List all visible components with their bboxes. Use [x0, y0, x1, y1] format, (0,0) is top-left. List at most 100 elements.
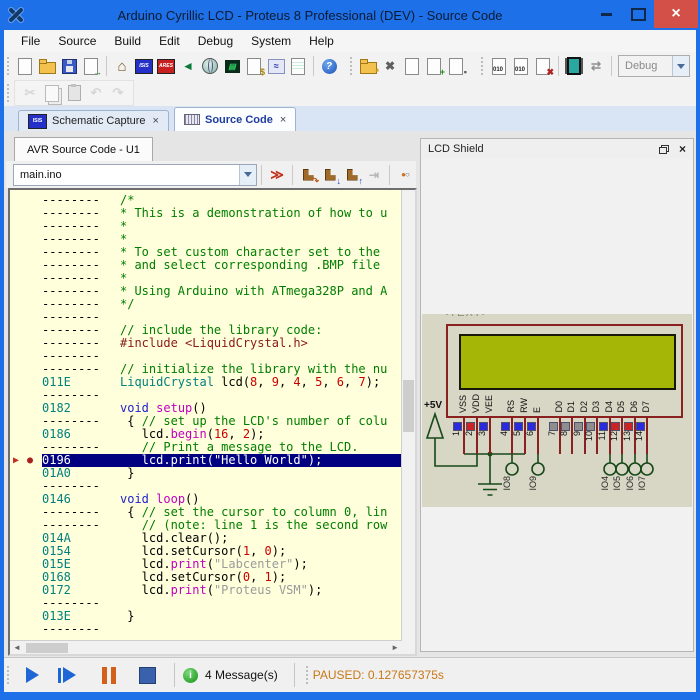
- run-simulation-icon[interactable]: ≫: [268, 165, 286, 185]
- float-panel-icon[interactable]: [659, 145, 669, 154]
- breakpoint-margin[interactable]: [10, 597, 42, 610]
- menu-file[interactable]: File: [12, 31, 49, 51]
- message-count[interactable]: 4 Message(s): [205, 668, 278, 682]
- breakpoint-margin[interactable]: [10, 246, 42, 259]
- file-selector[interactable]: main.ino: [13, 164, 257, 186]
- new-sheet-icon[interactable]: [403, 56, 421, 76]
- menu-source[interactable]: Source: [49, 31, 105, 51]
- home-icon[interactable]: ⌂: [113, 56, 131, 76]
- tab-schematic-capture[interactable]: ISISSchematic Capture×: [18, 110, 169, 131]
- breakpoint-margin[interactable]: [10, 350, 42, 363]
- simulate-icon[interactable]: ◄: [179, 56, 197, 76]
- horizontal-scrollbar[interactable]: ◄ ►: [10, 640, 402, 654]
- schematic-capture-icon[interactable]: ISIS: [135, 56, 153, 76]
- close-button[interactable]: ×: [654, 0, 698, 28]
- pause-button[interactable]: [96, 663, 122, 687]
- import-legacy-icon[interactable]: →: [82, 56, 100, 76]
- step-out-icon[interactable]: ↑: [343, 165, 361, 185]
- scroll-left-icon[interactable]: ◄: [10, 643, 24, 652]
- breakpoint-margin[interactable]: [10, 285, 42, 298]
- bill-of-materials-icon[interactable]: $: [245, 56, 263, 76]
- rebuild-hex-icon[interactable]: 010: [512, 56, 530, 76]
- breakpoint-margin[interactable]: [10, 623, 42, 636]
- play-button[interactable]: [20, 663, 46, 687]
- toggle-breakpoint-icon[interactable]: ●○: [396, 165, 414, 185]
- breakpoint-margin[interactable]: [10, 207, 42, 220]
- tab-source-code[interactable]: Source Code×: [174, 107, 296, 132]
- breakpoint-margin[interactable]: [10, 233, 42, 246]
- breakpoint-margin[interactable]: [10, 480, 42, 493]
- breakpoint-margin[interactable]: [10, 610, 42, 623]
- code-area[interactable]: --------/*--------* This is a demonstrat…: [10, 192, 402, 641]
- breakpoint-margin[interactable]: ▶●: [10, 454, 42, 467]
- menu-system[interactable]: System: [242, 31, 300, 51]
- upload-chip-icon[interactable]: [565, 56, 583, 76]
- menu-debug[interactable]: Debug: [189, 31, 242, 51]
- scrollbar-thumb[interactable]: [26, 643, 68, 653]
- breakpoint-margin[interactable]: [10, 324, 42, 337]
- close-tab-icon[interactable]: ✖: [381, 56, 399, 76]
- minimize-button[interactable]: [590, 0, 622, 28]
- print-icon[interactable]: ▪: [447, 56, 465, 76]
- step-into-icon[interactable]: ↓: [321, 165, 339, 185]
- breakpoint-margin[interactable]: [10, 493, 42, 506]
- help-icon[interactable]: ?: [320, 56, 338, 76]
- undo-icon[interactable]: ↶: [87, 83, 105, 103]
- design-explorer-icon[interactable]: ▤: [223, 56, 241, 76]
- breakpoint-margin[interactable]: [10, 298, 42, 311]
- debug-mode-select[interactable]: Debug: [618, 55, 690, 77]
- stop-button[interactable]: [134, 663, 160, 687]
- breakpoint-margin[interactable]: [10, 272, 42, 285]
- breakpoint-margin[interactable]: [10, 220, 42, 233]
- close-panel-icon[interactable]: ×: [679, 143, 686, 155]
- copy-icon[interactable]: [43, 83, 61, 103]
- tab-avr-source-code-u1[interactable]: AVR Source Code - U1: [14, 137, 153, 162]
- menu-help[interactable]: Help: [300, 31, 343, 51]
- close-tab-icon[interactable]: ×: [153, 115, 159, 127]
- notes-icon[interactable]: [289, 56, 307, 76]
- breakpoint-margin[interactable]: [10, 337, 42, 350]
- breakpoint-margin[interactable]: [10, 558, 42, 571]
- code-editor[interactable]: --------/*--------* This is a demonstrat…: [8, 188, 417, 656]
- build-hex-icon[interactable]: 010: [490, 56, 508, 76]
- breakpoint-margin[interactable]: [10, 519, 42, 532]
- breakpoint-margin[interactable]: [10, 194, 42, 207]
- breakpoint-margin[interactable]: [10, 389, 42, 402]
- pcb-layout-icon[interactable]: ARES: [157, 56, 175, 76]
- analysis-icon[interactable]: ≈: [267, 56, 285, 76]
- breakpoint-margin[interactable]: [10, 311, 42, 324]
- step-over-icon[interactable]: ↷: [299, 165, 317, 185]
- info-icon[interactable]: i: [183, 668, 198, 683]
- run-to-cursor-icon[interactable]: ⇥: [365, 165, 383, 185]
- add-file-icon[interactable]: +: [425, 56, 443, 76]
- breakpoint-margin[interactable]: [10, 428, 42, 441]
- redo-icon[interactable]: ↷: [109, 83, 127, 103]
- paste-icon[interactable]: [65, 83, 83, 103]
- 3d-viewer-icon[interactable]: [201, 56, 219, 76]
- breakpoint-margin[interactable]: [10, 363, 42, 376]
- breakpoint-margin[interactable]: [10, 584, 42, 597]
- breakpoint-margin[interactable]: [10, 532, 42, 545]
- new-project-icon[interactable]: [16, 56, 34, 76]
- breakpoint-margin[interactable]: [10, 415, 42, 428]
- breakpoint-margin[interactable]: [10, 506, 42, 519]
- scrollbar-thumb[interactable]: [403, 380, 414, 432]
- breakpoint-margin[interactable]: [10, 571, 42, 584]
- menu-edit[interactable]: Edit: [150, 31, 189, 51]
- open-project-icon[interactable]: [38, 56, 56, 76]
- breakpoint-margin[interactable]: [10, 545, 42, 558]
- remove-firmware-icon[interactable]: ✖: [534, 56, 552, 76]
- open-code-icon[interactable]: *: [359, 56, 377, 76]
- close-tab-icon[interactable]: ×: [280, 114, 286, 126]
- scroll-right-icon[interactable]: ►: [388, 643, 402, 652]
- cut-icon[interactable]: ✂: [21, 83, 39, 103]
- breakpoint-margin[interactable]: [10, 376, 42, 389]
- breakpoint-margin[interactable]: [10, 402, 42, 415]
- step-button[interactable]: [58, 663, 84, 687]
- save-project-icon[interactable]: [60, 56, 78, 76]
- maximize-button[interactable]: [622, 0, 654, 28]
- menu-build[interactable]: Build: [105, 31, 150, 51]
- build-settings-icon[interactable]: ⇄: [587, 56, 605, 76]
- breakpoint-margin[interactable]: [10, 467, 42, 480]
- vertical-scrollbar[interactable]: [401, 190, 415, 641]
